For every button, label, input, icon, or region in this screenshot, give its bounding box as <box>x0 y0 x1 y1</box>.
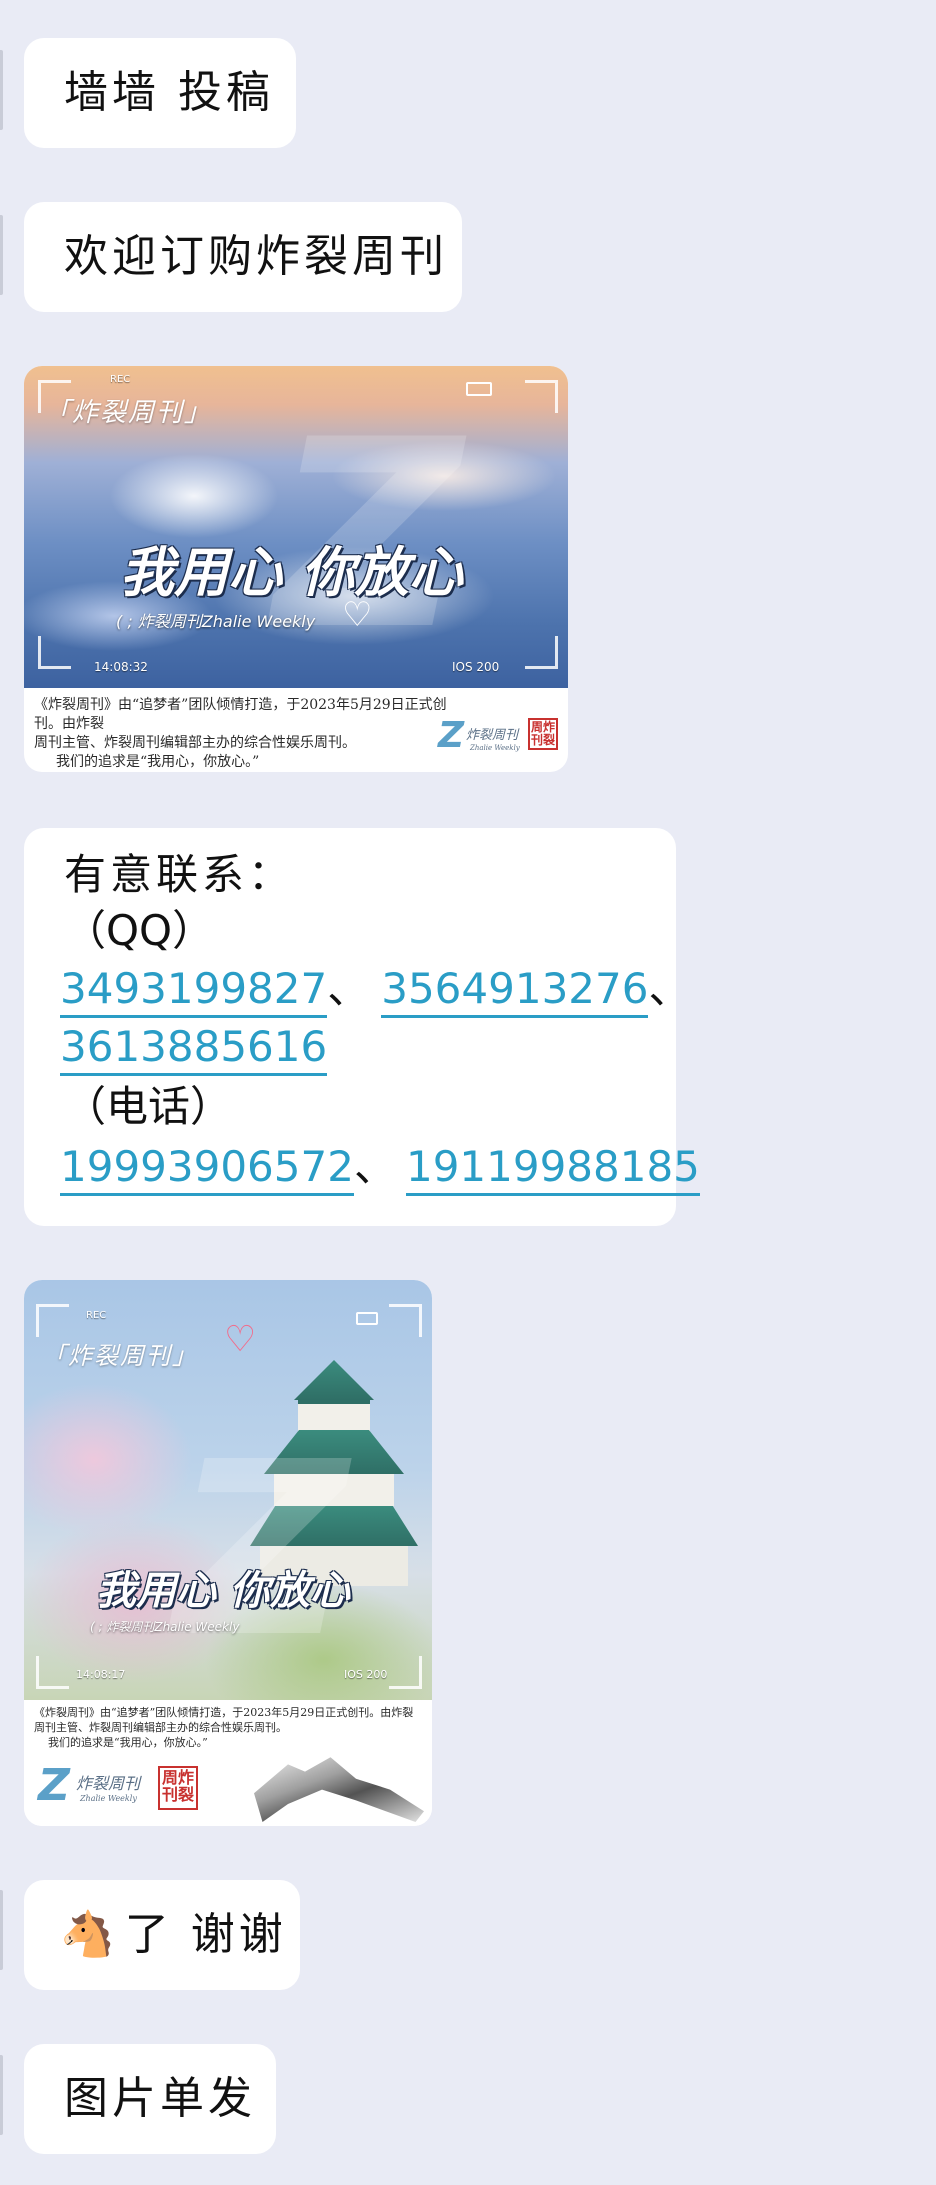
contact-heading: 有意联系： <box>64 850 295 899</box>
z-logo-icon: Z <box>38 1760 70 1811</box>
horse-emoji-icon: 🐴 <box>60 1909 119 1960</box>
red-seal-stamp: 周炸刊裂 <box>528 718 558 750</box>
logo-name: 炸裂周刊 <box>76 1774 141 1793</box>
message-text: 图片单发 <box>64 2073 256 2124</box>
message-edge-marker <box>0 215 3 295</box>
qq-number-link[interactable]: 3564913276 <box>381 964 649 1018</box>
separator: 、 <box>648 964 691 1013</box>
frame-corner <box>389 1304 422 1337</box>
battery-icon <box>466 382 492 396</box>
qq-list-row-2: 3613885616 <box>60 1022 328 1076</box>
slogan-subtitle: ( ; 炸裂周刊Zhalie Weekly <box>90 1620 240 1634</box>
image-message[interactable]: Z REC 「炸裂周刊」 ♡ 我用心 你放心 ( ; 炸裂周刊Zhalie We… <box>24 1280 432 1826</box>
ios-overlay: IOS 200 <box>452 660 500 674</box>
phone-number-link[interactable]: 19119988185 <box>405 1142 700 1196</box>
phone-label: （电话） <box>64 1082 233 1131</box>
qq-number-link[interactable]: 3493199827 <box>60 964 328 1018</box>
logo-subname: Zhalie Weekly <box>470 744 520 752</box>
message-bubble[interactable]: 墙墙 投稿 <box>24 38 296 148</box>
image-message[interactable]: Z REC 「炸裂周刊」 我用心 你放心 ( ; 炸裂周刊Zhalie Week… <box>24 366 568 772</box>
red-seal-stamp: 周炸刊裂 <box>158 1766 198 1810</box>
message-text: 了 谢谢 <box>124 1909 287 1960</box>
frame-corner <box>389 1656 422 1689</box>
message-edge-marker <box>0 1890 3 1970</box>
slogan: 我用心 你放心 <box>96 1567 350 1614</box>
image-caption: 《炸裂周刊》由“追梦者”团队倾情打造，于2023年5月29日正式创刊。由炸裂 周… <box>34 696 454 772</box>
message-edge-marker <box>0 50 3 130</box>
separator: 、 <box>327 964 370 1013</box>
slogan: 我用心 你放心 <box>120 540 463 604</box>
heart-icon: ♡ <box>224 1319 257 1360</box>
message-text-row: 🐴 了 谢谢 <box>60 1913 287 1957</box>
caption-line: 周刊主管、炸裂周刊编辑部主办的综合性娱乐周刊。 <box>34 734 356 751</box>
qq-list-row-1: 3493199827、 3564913276、 <box>60 964 690 1018</box>
logo-subname: Zhalie Weekly <box>80 1794 137 1803</box>
brand-title: 「炸裂周刊」 <box>44 398 213 428</box>
timestamp-overlay: 14:08:17 <box>76 1668 126 1681</box>
frame-corner <box>38 636 71 669</box>
caption-line: 《炸裂周刊》由“追梦者”团队倾情打造，于2023年5月29日正式创刊。由炸裂 <box>34 697 447 732</box>
message-edge-marker <box>0 2055 3 2135</box>
frame-corner <box>36 1304 69 1337</box>
message-text: 欢迎订购炸裂周刊 <box>64 231 448 282</box>
phone-number-link[interactable]: 19993906572 <box>60 1142 354 1196</box>
caption-line: 《炸裂周刊》由“追梦者”团队倾情打造，于2023年5月29日正式创刊。由炸裂 <box>34 1706 414 1719</box>
caption-line: 我们的追求是“我用心，你放心。” <box>56 753 260 770</box>
rec-indicator: REC <box>86 1310 107 1321</box>
caption-line: 周刊主管、炸裂周刊编辑部主办的综合性娱乐周刊。 <box>34 1720 287 1734</box>
timestamp-overlay: 14:08:32 <box>94 660 148 674</box>
heart-icon: ♡ <box>342 595 373 635</box>
caption-line: 我们的追求是“我用心，你放心。” <box>48 1735 208 1749</box>
qq-label: （QQ） <box>64 906 215 955</box>
frame-corner <box>525 380 558 413</box>
qq-number-link[interactable]: 3613885616 <box>60 1022 328 1076</box>
phone-list-row: 19993906572、 19119988185 <box>60 1142 700 1196</box>
frame-corner <box>36 1656 69 1689</box>
message-text: 墙墙 投稿 <box>64 67 274 118</box>
message-bubble[interactable]: 图片单发 <box>24 2044 276 2154</box>
contact-bubble[interactable]: 有意联系： （QQ） 3493199827、 3564913276、 361388… <box>24 828 700 1226</box>
rec-indicator: REC <box>110 374 131 385</box>
message-bubble[interactable]: 欢迎订购炸裂周刊 <box>24 202 462 312</box>
z-logo-icon: Z <box>438 715 465 756</box>
logo-name: 炸裂周刊 <box>466 728 519 743</box>
image-caption: 《炸裂周刊》由“追梦者”团队倾情打造，于2023年5月29日正式创刊。由炸裂 周… <box>34 1706 426 1751</box>
separator: 、 <box>353 1142 396 1191</box>
slogan-subtitle: ( ; 炸裂周刊Zhalie Weekly <box>116 612 316 631</box>
battery-icon <box>356 1312 378 1325</box>
ios-overlay: IOS 200 <box>344 1668 388 1681</box>
frame-corner <box>525 636 558 669</box>
brand-title: 「炸裂周刊」 <box>42 1342 198 1370</box>
message-bubble[interactable]: 🐴 了 谢谢 <box>24 1880 300 1990</box>
